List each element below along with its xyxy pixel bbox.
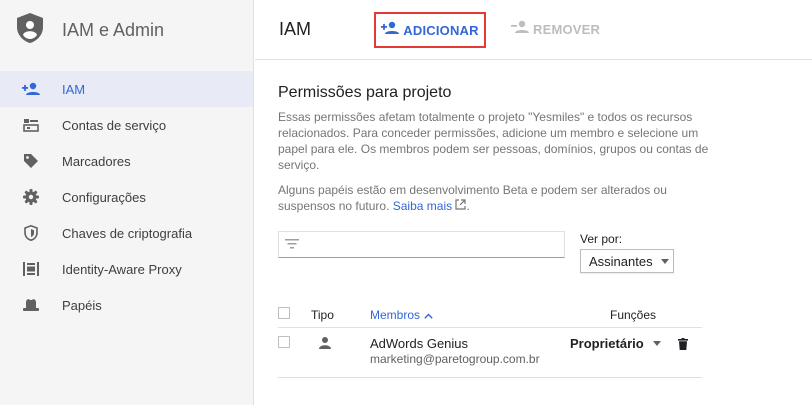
- main-panel: IAM ADICIONAR REMOVER Permissões para pr…: [255, 0, 812, 405]
- sidebar-title: IAM e Admin: [62, 19, 165, 40]
- add-button[interactable]: ADICIONAR: [374, 12, 486, 48]
- beta-note-text: Alguns papéis estão em desenvolvimento B…: [278, 183, 667, 213]
- column-roles: Funções: [610, 308, 657, 322]
- members-table: Tipo Membros Funções AdWords Genius mark…: [278, 300, 702, 378]
- person-icon: [319, 336, 331, 354]
- table-header: Tipo Membros Funções: [278, 300, 702, 328]
- service-account-icon: [22, 116, 40, 134]
- sidebar-item-encryption-keys[interactable]: Chaves de criptografia: [0, 215, 253, 251]
- sidebar-item-iam[interactable]: IAM: [0, 71, 253, 107]
- hat-icon: [22, 296, 40, 314]
- table-row: AdWords Genius marketing@paretogroup.com…: [278, 328, 702, 378]
- sidebar-item-roles[interactable]: Papéis: [0, 287, 253, 323]
- sidebar-nav: IAM Contas de serviço Marcadores Configu…: [0, 71, 253, 323]
- role-value: Proprietário: [570, 336, 644, 351]
- external-link-icon: [455, 199, 467, 213]
- view-by-select[interactable]: Assinantes: [580, 249, 674, 273]
- sidebar-item-label: IAM: [62, 81, 86, 97]
- view-by-control: Ver por: Assinantes: [580, 232, 674, 273]
- permissions-section: Permissões para projeto Essas permissões…: [278, 84, 718, 214]
- iam-shield-logo-icon: [17, 12, 43, 48]
- person-remove-icon: [511, 20, 529, 39]
- column-members-label: Membros: [370, 308, 421, 322]
- learn-more-label: Saiba mais: [392, 199, 453, 213]
- add-button-label: ADICIONAR: [403, 22, 479, 38]
- proxy-icon: [22, 260, 40, 278]
- view-by-value: Assinantes: [589, 253, 653, 269]
- sidebar-item-labels[interactable]: Marcadores: [0, 143, 253, 179]
- sidebar-item-label: Marcadores: [62, 153, 131, 169]
- sidebar-item-service-accounts[interactable]: Contas de serviço: [0, 107, 253, 143]
- sidebar-item-label: Contas de serviço: [62, 117, 167, 133]
- filter-input[interactable]: [278, 231, 565, 258]
- view-by-label: Ver por:: [580, 232, 623, 246]
- role-dropdown[interactable]: Proprietário: [570, 336, 661, 351]
- chevron-down-icon: [652, 341, 661, 346]
- delete-icon[interactable]: [678, 337, 688, 355]
- sidebar: IAM e Admin IAM Contas de serviço Marcad…: [0, 0, 254, 405]
- column-members[interactable]: Membros: [370, 308, 433, 322]
- remove-button[interactable]: REMOVER: [511, 20, 600, 39]
- learn-more-link[interactable]: Saiba mais: [393, 199, 467, 213]
- column-type: Tipo: [311, 308, 334, 322]
- sidebar-item-label: Identity-Aware Proxy: [62, 261, 182, 277]
- permissions-description: Essas permissões afetam totalmente o pro…: [278, 110, 709, 172]
- member-email: marketing@paretogroup.com.br: [370, 352, 540, 366]
- remove-button-label: REMOVER: [533, 22, 601, 37]
- page-title: IAM: [279, 19, 312, 39]
- beta-note: Alguns papéis estão em desenvolvimento B…: [278, 183, 667, 213]
- gear-icon: [22, 188, 40, 206]
- select-all-checkbox[interactable]: [278, 307, 290, 319]
- person-add-icon: [22, 80, 40, 98]
- shield-icon: [22, 224, 40, 242]
- filter-icon: [285, 236, 299, 254]
- sidebar-item-label: Chaves de criptografia: [62, 225, 193, 241]
- label-icon: [22, 152, 40, 170]
- sidebar-item-identity-aware-proxy[interactable]: Identity-Aware Proxy: [0, 251, 253, 287]
- chevron-down-icon: [660, 258, 669, 264]
- row-checkbox[interactable]: [278, 336, 290, 348]
- sidebar-item-label: Configurações: [62, 189, 146, 205]
- section-title: Permissões para projeto: [278, 84, 452, 101]
- person-add-icon: [381, 21, 400, 40]
- member-name: AdWords Genius: [370, 336, 469, 351]
- top-bar: IAM ADICIONAR REMOVER: [255, 0, 812, 60]
- sidebar-header: IAM e Admin: [0, 0, 253, 60]
- sidebar-item-label: Papéis: [62, 297, 102, 313]
- sidebar-item-settings[interactable]: Configurações: [0, 179, 253, 215]
- sort-ascending-icon: [424, 308, 433, 322]
